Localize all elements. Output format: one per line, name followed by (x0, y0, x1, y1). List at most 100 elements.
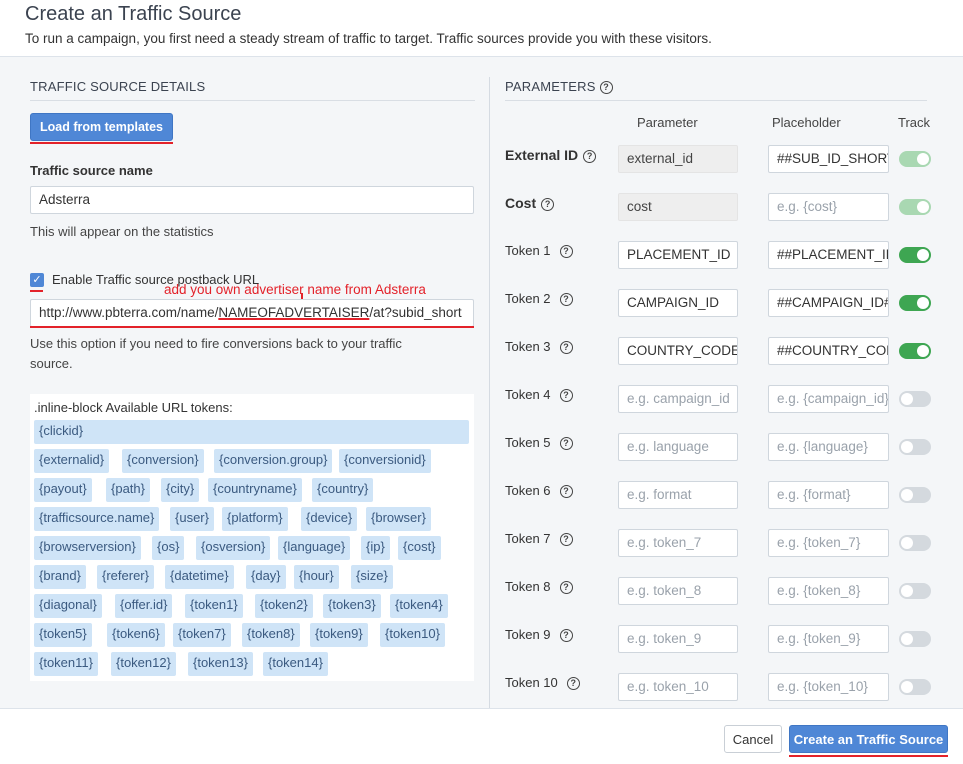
url-token[interactable]: {externalid} (34, 449, 110, 473)
url-token[interactable]: {country} (312, 478, 374, 502)
help-icon[interactable]: ? (559, 581, 573, 595)
url-token[interactable]: {token1} (185, 594, 243, 618)
traffic-source-name-input[interactable]: Adsterra (30, 186, 474, 214)
help-icon[interactable]: ? (559, 437, 573, 451)
help-icon[interactable]: ? (566, 677, 580, 691)
url-token[interactable]: {token9} (310, 623, 368, 647)
placeholder-input[interactable]: e.g. {token_7} (768, 529, 889, 557)
url-token[interactable]: {platform} (222, 507, 288, 531)
url-token[interactable]: {os} (152, 536, 185, 560)
url-token[interactable]: {conversionid} (339, 449, 431, 473)
cancel-button[interactable]: Cancel (724, 725, 782, 753)
help-icon[interactable]: ? (559, 245, 573, 259)
url-token[interactable]: {hour} (294, 565, 339, 589)
help-icon[interactable]: ? (559, 533, 573, 547)
param-input[interactable]: e.g. token_9 (618, 625, 738, 653)
url-token[interactable]: {token12} (111, 652, 176, 676)
track-toggle[interactable] (899, 487, 931, 503)
url-token[interactable]: {token11} (34, 652, 98, 676)
postback-checkbox[interactable]: ✓ (30, 273, 44, 287)
url-token[interactable]: {datetime} (165, 565, 234, 589)
annotation-text: add you own advertiser name from Adsterr… (164, 282, 426, 297)
placeholder-input[interactable]: e.g. {language} (768, 433, 889, 461)
url-token[interactable]: {city} (161, 478, 200, 502)
track-toggle[interactable] (899, 631, 931, 647)
track-toggle[interactable] (899, 679, 931, 695)
traffic-source-name-label: Traffic source name (30, 163, 153, 178)
url-token[interactable]: {ip} (361, 536, 390, 560)
param-input[interactable]: CAMPAIGN_ID (618, 289, 738, 317)
param-input[interactable]: e.g. token_8 (618, 577, 738, 605)
track-toggle[interactable] (899, 439, 931, 455)
url-token[interactable]: {path} (106, 478, 150, 502)
url-token[interactable]: {size} (351, 565, 393, 589)
url-token[interactable]: {offer.id} (115, 594, 173, 618)
param-input[interactable]: e.g. campaign_id (618, 385, 738, 413)
track-toggle[interactable] (899, 583, 931, 599)
url-token[interactable]: {conversion} (122, 449, 204, 473)
placeholder-input[interactable]: e.g. {token_9} (768, 625, 889, 653)
help-icon[interactable]: ? (583, 149, 597, 163)
url-token[interactable]: {token7} (173, 623, 231, 647)
placeholder-input[interactable]: e.g. {token_10} (768, 673, 889, 701)
placeholder-input[interactable]: e.g. {token_8} (768, 577, 889, 605)
track-toggle[interactable] (899, 247, 931, 263)
param-input[interactable]: e.g. format (618, 481, 738, 509)
url-token[interactable]: {device} (301, 507, 358, 531)
help-icon[interactable]: ? (559, 629, 573, 643)
url-token[interactable]: {token14} (263, 652, 328, 676)
url-token[interactable]: {diagonal} (34, 594, 102, 618)
track-toggle[interactable] (899, 391, 931, 407)
url-token[interactable]: {trafficsource.name} (34, 507, 160, 531)
postback-url-input[interactable]: http://www.pbterra.com/name/NAMEOFADVERT… (30, 299, 474, 327)
url-token[interactable]: {token13} (188, 652, 253, 676)
help-icon[interactable]: ? (559, 389, 573, 403)
placeholder-input[interactable]: ##COUNTRY_CODE## (768, 337, 889, 365)
param-row-label-text: Token 6 (505, 483, 551, 498)
placeholder-input[interactable]: e.g. {cost} (768, 193, 889, 221)
help-icon[interactable]: ? (599, 81, 613, 95)
param-input[interactable]: PLACEMENT_ID (618, 241, 738, 269)
url-token[interactable]: {payout} (34, 478, 92, 502)
url-token[interactable]: {clickid} (34, 420, 469, 444)
param-input[interactable]: e.g. token_7 (618, 529, 738, 557)
param-input[interactable]: COUNTRY_CODE (618, 337, 738, 365)
url-token[interactable]: {token5} (34, 623, 92, 647)
url-token[interactable]: {token3} (323, 594, 381, 618)
create-traffic-source-button[interactable]: Create an Traffic Source (789, 725, 948, 753)
help-icon[interactable]: ? (541, 197, 555, 211)
url-token[interactable]: {countryname} (208, 478, 302, 502)
placeholder-input[interactable]: ##CAMPAIGN_ID## (768, 289, 889, 317)
help-icon[interactable]: ? (559, 341, 573, 355)
param-input[interactable]: e.g. token_10 (618, 673, 738, 701)
url-token[interactable]: {token2} (255, 594, 313, 618)
url-token[interactable]: {user} (170, 507, 214, 531)
track-toggle[interactable] (899, 295, 931, 311)
url-token[interactable]: {conversion.group} (214, 449, 333, 473)
placeholder-input[interactable]: ##SUB_ID_SHORT## (768, 145, 889, 173)
page-subtitle: To run a campaign, you first need a stea… (25, 31, 712, 46)
placeholder-input[interactable]: e.g. {format} (768, 481, 889, 509)
url-token[interactable]: {browserversion} (34, 536, 141, 560)
url-token[interactable]: {token4} (390, 594, 448, 618)
track-toggle[interactable] (899, 343, 931, 359)
placeholder-input[interactable]: e.g. {campaign_id} (768, 385, 889, 413)
load-from-templates-button[interactable]: Load from templates (30, 113, 173, 141)
track-toggle[interactable] (899, 535, 931, 551)
url-token[interactable]: {language} (278, 536, 351, 560)
url-token[interactable]: {brand} (34, 565, 86, 589)
placeholder-input[interactable]: ##PLACEMENT_ID## (768, 241, 889, 269)
param-input[interactable]: e.g. language (618, 433, 738, 461)
url-token[interactable]: {token10} (380, 623, 445, 647)
url-token[interactable]: {cost} (398, 536, 441, 560)
help-icon[interactable]: ? (559, 293, 573, 307)
url-token[interactable]: {referer} (97, 565, 154, 589)
url-token[interactable]: {osversion} (196, 536, 271, 560)
url-token[interactable]: {browser} (366, 507, 431, 531)
url-token[interactable]: {day} (246, 565, 286, 589)
url-token[interactable]: {token6} (107, 623, 165, 647)
param-row-label: Token 5? (505, 435, 573, 451)
help-icon[interactable]: ? (559, 485, 573, 499)
url-token[interactable]: {token8} (242, 623, 300, 647)
track-toggle (899, 151, 931, 167)
